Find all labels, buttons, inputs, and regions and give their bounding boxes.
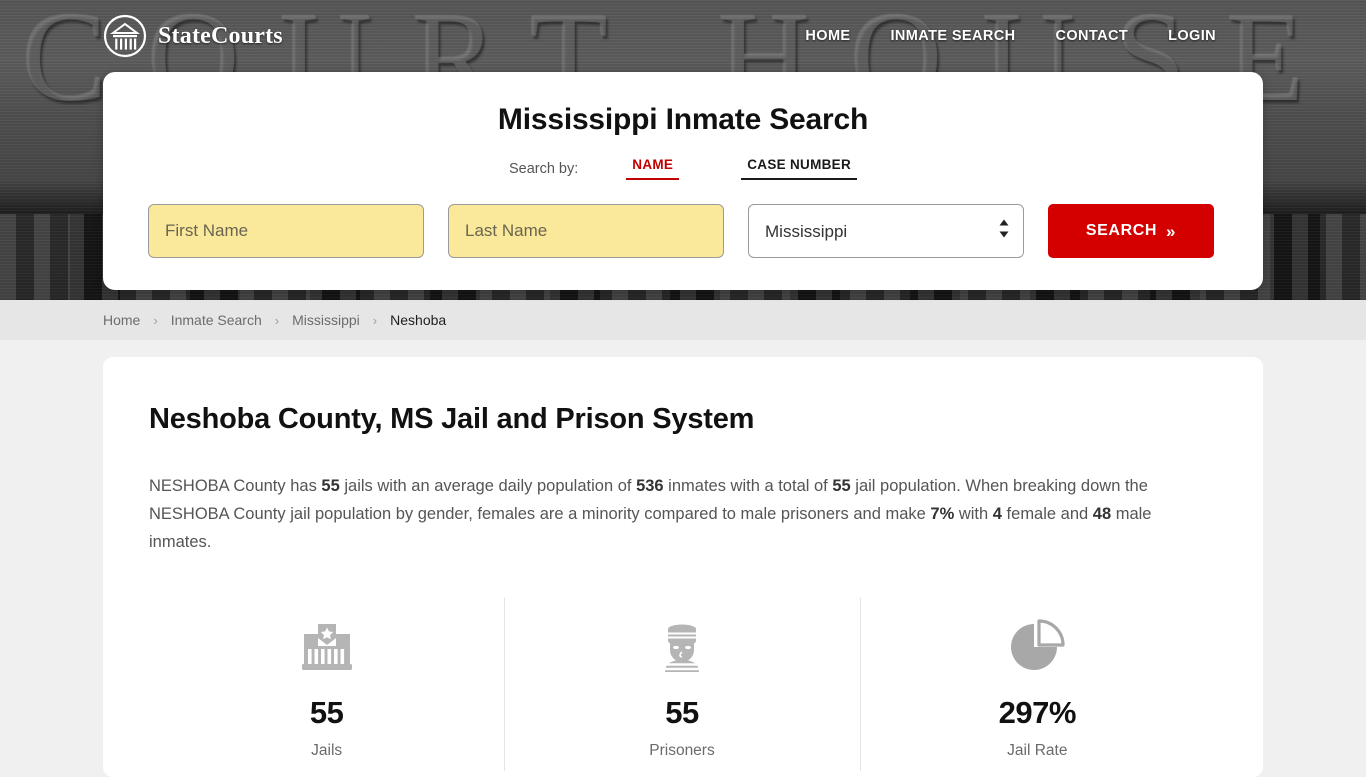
stat-prisoners-label: Prisoners: [649, 742, 715, 759]
inmate-search-card: Mississippi Inmate Search Search by: NAM…: [103, 72, 1263, 290]
breadcrumb-separator-icon: ›: [274, 312, 280, 328]
search-by-label: Search by:: [508, 161, 579, 177]
breadcrumb-separator-icon: ›: [372, 312, 378, 328]
breadcrumb-separator-icon: ›: [153, 312, 158, 328]
summary-text: inmates with a total of: [663, 477, 833, 495]
jail-building-icon: [149, 616, 504, 678]
summary-text: NESHOBA County has: [149, 477, 322, 495]
stat-jail-rate-value: 297%: [998, 695, 1077, 730]
top-navigation-bar: StateCourts HOME INMATE SEARCH CONTACT L…: [0, 0, 1366, 72]
double-chevron-right-icon: »: [1166, 221, 1177, 241]
summary-jails-count: 55: [321, 477, 340, 495]
first-name-input[interactable]: [148, 204, 424, 258]
search-form: Mississippi SEARCH »: [148, 204, 1218, 258]
brand-name: StateCourts: [158, 22, 283, 49]
tab-search-by-case-number[interactable]: CASE NUMBER: [741, 156, 858, 180]
stat-prisoners: 55 Prisoners: [504, 598, 859, 771]
county-summary-paragraph: NESHOBA County has 55 jails with an aver…: [149, 472, 1215, 556]
search-title: Mississippi Inmate Search: [497, 103, 869, 136]
summary-male-count: 48: [1092, 505, 1112, 523]
breadcrumb-item-mississippi[interactable]: Mississippi: [292, 312, 360, 328]
summary-text: female and: [1001, 505, 1093, 523]
search-by-tabs: Search by: NAME CASE NUMBER: [148, 156, 1218, 180]
stat-jail-rate-label: Jail Rate: [1007, 742, 1068, 759]
tab-search-by-name[interactable]: NAME: [626, 156, 680, 180]
breadcrumb: Home › Inmate Search › Mississippi › Nes…: [0, 300, 1366, 340]
summary-female-percent: 7%: [930, 505, 955, 523]
summary-total-jail-population: 55: [832, 477, 851, 495]
state-select-wrapper: Mississippi: [748, 204, 1024, 258]
breadcrumb-item-neshoba: Neshoba: [390, 312, 447, 328]
prisoner-icon: [504, 616, 859, 678]
stat-jails-value: 55: [309, 695, 344, 730]
summary-female-count: 4: [992, 505, 1002, 523]
stat-jails-label: Jails: [311, 742, 343, 759]
breadcrumb-item-inmate-search[interactable]: Inmate Search: [171, 312, 262, 328]
summary-text: with: [954, 505, 993, 523]
last-name-input[interactable]: [448, 204, 724, 258]
nav-link-inmate-search[interactable]: INMATE SEARCH: [891, 28, 1016, 44]
search-submit-label: SEARCH: [1085, 222, 1158, 239]
courthouse-circle-icon: [103, 14, 147, 58]
pie-chart-icon: [860, 616, 1215, 678]
county-content-card: Neshoba County, MS Jail and Prison Syste…: [103, 357, 1263, 777]
summary-text: jails with an average daily population o…: [339, 477, 637, 495]
stat-jails: 55 Jails: [149, 598, 504, 760]
nav-link-contact[interactable]: CONTACT: [1055, 28, 1128, 44]
nav-link-login[interactable]: LOGIN: [1168, 28, 1216, 44]
stat-prisoners-value: 55: [665, 695, 699, 730]
county-statistics: 55 Jails 55 Prisoners 297% Jail Rate: [149, 598, 1215, 771]
summary-avg-daily-population: 536: [636, 477, 664, 495]
main-nav: HOME INMATE SEARCH CONTACT LOGIN: [805, 28, 1216, 44]
nav-link-home[interactable]: HOME: [805, 28, 850, 44]
breadcrumb-item-home[interactable]: Home: [103, 312, 140, 328]
state-select[interactable]: Mississippi: [748, 204, 1024, 258]
search-submit-button[interactable]: SEARCH »: [1048, 204, 1214, 258]
brand-logo-link[interactable]: StateCourts: [103, 14, 283, 58]
page-title: Neshoba County, MS Jail and Prison Syste…: [149, 403, 755, 435]
stat-jail-rate: 297% Jail Rate: [859, 598, 1215, 771]
